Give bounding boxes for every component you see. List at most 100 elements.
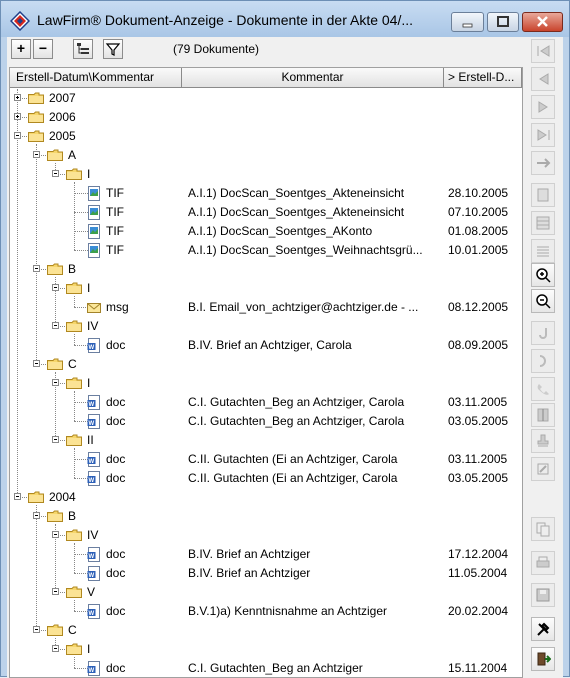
document-comment: C.I. Gutachten_Beg an Achtziger: [188, 661, 363, 675]
tree-connector-line: [74, 573, 88, 574]
tree-folder-row[interactable]: V: [10, 583, 522, 602]
filter-button[interactable]: [103, 39, 123, 59]
tree-folder-row[interactable]: 2006: [10, 108, 522, 127]
svg-text:W: W: [89, 668, 95, 674]
tree-folder-row[interactable]: 2004: [10, 488, 522, 507]
image-document-icon: [87, 243, 101, 258]
collapse-node-icon[interactable]: [14, 132, 21, 139]
collapse-node-icon[interactable]: [52, 284, 59, 291]
tree-folder-row[interactable]: C: [10, 621, 522, 640]
first-record-icon: [537, 45, 550, 57]
folder-label: I: [87, 281, 91, 295]
collapse-all-button[interactable]: −: [33, 39, 53, 59]
document-row[interactable]: Wdoc C.I. Gutachten_Beg an Achtziger, Car…: [10, 393, 522, 412]
tree-folder-row[interactable]: 2005: [10, 127, 522, 146]
document-row[interactable]: msg B.I. Email_von_achtziger@achtziger.de…: [10, 298, 522, 317]
maximize-button[interactable]: [487, 12, 519, 32]
rotate-right-icon: [539, 355, 546, 367]
minimize-button[interactable]: [451, 12, 484, 32]
collapse-node-icon[interactable]: [33, 360, 40, 367]
toolbar: + − (79 Dokumente): [7, 37, 527, 63]
folder-label: I: [87, 167, 91, 181]
next-record-icon: [538, 101, 548, 113]
collapse-node-icon[interactable]: [33, 626, 40, 633]
tree-folder-row[interactable]: IV: [10, 317, 522, 336]
document-row[interactable]: Wdoc B.IV. Brief an Achtziger 17.12.2004: [10, 545, 522, 564]
folder-icon: [66, 320, 82, 332]
expand-node-icon[interactable]: [14, 94, 21, 101]
document-row[interactable]: Wdoc B.IV. Brief an Achtziger 11.05.2004: [10, 564, 522, 583]
expand-all-button[interactable]: +: [11, 39, 31, 59]
tree-folder-row[interactable]: C: [10, 355, 522, 374]
document-tree-grid[interactable]: Erstell-Datum\Kommentar Kommentar > Erst…: [9, 67, 523, 678]
tree-folder-row[interactable]: I: [10, 640, 522, 659]
collapse-node-icon[interactable]: [52, 588, 59, 595]
tree-folder-row[interactable]: B: [10, 507, 522, 526]
collapse-node-icon[interactable]: [52, 170, 59, 177]
tree-folder-row[interactable]: I: [10, 165, 522, 184]
document-row[interactable]: TIF A.I.1) DocScan_Soentges_Weihnachtsgrü…: [10, 241, 522, 260]
tree-connector-line: [74, 193, 88, 194]
tree-connector-line: [74, 421, 88, 422]
document-type: msg: [106, 300, 129, 314]
tree-folder-row[interactable]: I: [10, 279, 522, 298]
word-document-icon: W: [87, 661, 101, 676]
document-comment: B.IV. Brief an Achtziger: [188, 547, 311, 561]
column-header-created-date[interactable]: > Erstell-D...: [444, 68, 522, 88]
column-header-created-comment[interactable]: Erstell-Datum\Kommentar: [10, 68, 182, 88]
tree-view-button[interactable]: [73, 39, 93, 59]
exit-icon: [537, 652, 551, 666]
tree-folder-row[interactable]: B: [10, 260, 522, 279]
tree-folder-row[interactable]: I: [10, 374, 522, 393]
tree-connector-line: [74, 459, 88, 460]
document-type: doc: [106, 338, 126, 352]
zoom-in-button[interactable]: [531, 263, 555, 287]
tree-folder-row[interactable]: IV: [10, 526, 522, 545]
print-button: [531, 551, 555, 575]
collapse-node-icon[interactable]: [52, 436, 59, 443]
collapse-node-icon[interactable]: [33, 512, 40, 519]
document-viewer-window: LawFirm® Dokument-Anzeige - Dokumente in…: [0, 0, 570, 678]
document-date: 08.09.2005: [448, 338, 509, 352]
zoom-out-button[interactable]: [531, 289, 555, 313]
document-row[interactable]: Wdoc B.IV. Brief an Achtziger, Carola 08.0…: [10, 336, 522, 355]
document-row[interactable]: Wdoc C.II. Gutachten (Ei an Achtziger, Ca…: [10, 469, 522, 488]
close-button[interactable]: [522, 12, 563, 32]
document-type: TIF: [106, 224, 124, 238]
tools-button[interactable]: [531, 617, 555, 641]
last-record-button: [531, 123, 555, 147]
copy-button: [531, 517, 555, 541]
title-bar[interactable]: LawFirm® Dokument-Anzeige - Dokumente in…: [1, 1, 569, 37]
document-date: 11.05.2004: [448, 566, 508, 580]
collapse-node-icon[interactable]: [14, 493, 21, 500]
stamp-button: [531, 429, 555, 453]
column-header-comment[interactable]: Kommentar: [182, 68, 444, 88]
document-type: TIF: [106, 186, 124, 200]
folder-icon: [28, 491, 44, 503]
collapse-node-icon[interactable]: [33, 265, 40, 272]
collapse-node-icon[interactable]: [52, 322, 59, 329]
folder-icon: [28, 92, 44, 104]
collapse-node-icon[interactable]: [52, 531, 59, 538]
document-row[interactable]: Wdoc C.I. Gutachten_Beg an Achtziger 15.11…: [10, 659, 522, 677]
copy-icon: [536, 522, 550, 537]
tree-folder-row[interactable]: A: [10, 146, 522, 165]
tree-folder-row[interactable]: 2007: [10, 89, 522, 108]
exit-button[interactable]: [531, 647, 555, 671]
collapse-node-icon[interactable]: [52, 645, 59, 652]
folder-icon: [47, 510, 63, 522]
page-lines-button: [531, 239, 555, 263]
zoom-out-icon: [536, 294, 551, 309]
tree-folder-row[interactable]: II: [10, 431, 522, 450]
document-row[interactable]: TIF A.I.1) DocScan_Soentges_Akteneinsicht…: [10, 203, 522, 222]
rotate-left-icon: [539, 328, 547, 339]
document-row[interactable]: Wdoc B.V.1)a) Kenntnisnahme an Achtziger 2…: [10, 602, 522, 621]
document-row[interactable]: Wdoc C.I. Gutachten_Beg an Achtziger, Car…: [10, 412, 522, 431]
document-row[interactable]: TIF A.I.1) DocScan_Soentges_Akteneinsicht…: [10, 184, 522, 203]
action-sidebar: [527, 37, 557, 678]
document-row[interactable]: Wdoc C.II. Gutachten (Ei an Achtziger, Ca…: [10, 450, 522, 469]
collapse-node-icon[interactable]: [33, 151, 40, 158]
collapse-node-icon[interactable]: [52, 379, 59, 386]
expand-node-icon[interactable]: [14, 113, 21, 120]
document-row[interactable]: TIF A.I.1) DocScan_Soentges_AKonto 01.08.2…: [10, 222, 522, 241]
